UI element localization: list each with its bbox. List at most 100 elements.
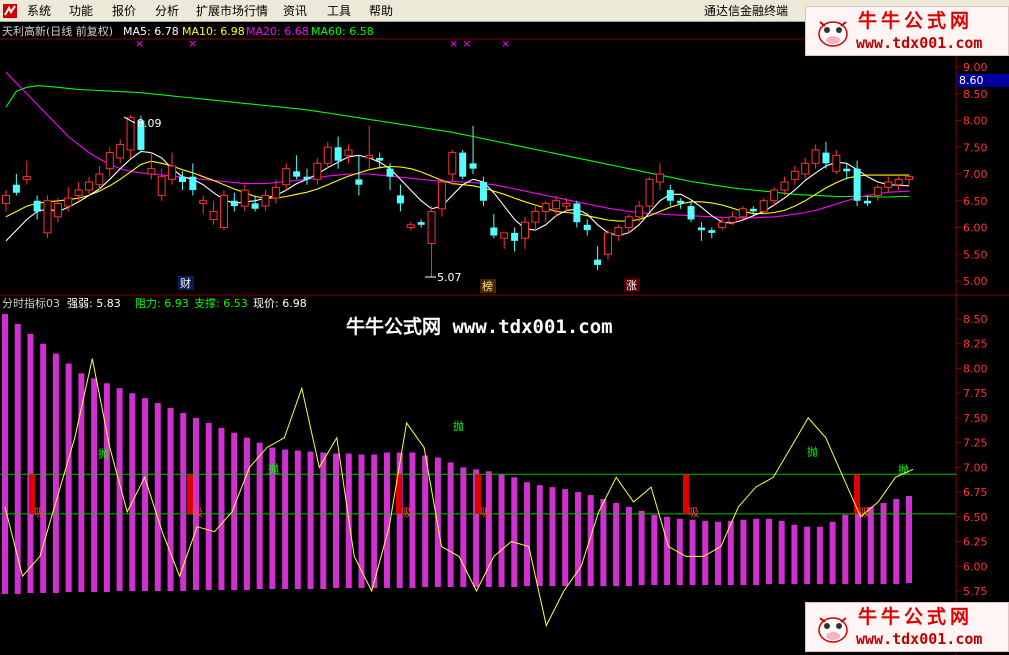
indicator-bar bbox=[422, 455, 429, 588]
y-tick-label: 5.00 bbox=[963, 275, 988, 288]
chart-area: 天利高新(日线 前复权) MA5: 6.78 MA10: 6.98 MA20: … bbox=[0, 22, 1009, 655]
event-mark: × bbox=[462, 37, 471, 50]
indicator-bar bbox=[447, 462, 454, 588]
y-tick-label: 6.25 bbox=[963, 536, 988, 549]
candle-body bbox=[759, 200, 768, 212]
indicator-bar bbox=[167, 408, 174, 591]
candle-body bbox=[490, 227, 498, 236]
candle-body bbox=[770, 189, 779, 202]
indicator-bar bbox=[320, 452, 327, 590]
y-tick-label: 7.00 bbox=[963, 168, 988, 181]
candle-body bbox=[822, 152, 830, 164]
candle-body bbox=[53, 202, 62, 218]
candle-body bbox=[677, 200, 685, 204]
indicator-bar bbox=[613, 502, 620, 587]
menu-help[interactable]: 帮助 bbox=[369, 3, 393, 19]
menu-extended-market[interactable]: 扩展市场行情 bbox=[196, 3, 268, 19]
candle-body bbox=[386, 168, 394, 177]
center-watermark: 牛牛公式网 www.tdx001.com bbox=[346, 315, 613, 338]
candle-body bbox=[406, 224, 415, 228]
candle-body bbox=[303, 176, 311, 180]
terminal-name: 通达信金融终端 bbox=[704, 4, 789, 18]
y-tick-label: 8.25 bbox=[963, 338, 988, 351]
marker-cai[interactable]: 财 bbox=[180, 276, 191, 290]
resistance-label: 阻力: 6.93 bbox=[135, 297, 189, 310]
menu-news[interactable]: 资讯 bbox=[283, 3, 307, 19]
candle-body bbox=[500, 232, 509, 239]
indicator-bar bbox=[880, 502, 887, 585]
event-mark: × bbox=[449, 37, 458, 50]
indicator-bar bbox=[689, 519, 696, 586]
candle-body bbox=[178, 176, 186, 183]
candle-up bbox=[219, 190, 228, 231]
indicator-bar bbox=[333, 453, 340, 589]
indicator-bar bbox=[383, 452, 390, 589]
event-mark: × bbox=[135, 37, 144, 50]
y-tick-label: 7.50 bbox=[963, 412, 988, 425]
menu-quote[interactable]: 报价 bbox=[112, 3, 136, 19]
candle-body bbox=[189, 176, 197, 191]
sell-signal-label: 抛 bbox=[453, 419, 464, 433]
candle-body bbox=[749, 208, 757, 212]
y-tick-label: 9.00 bbox=[963, 61, 988, 74]
indicator-bar bbox=[218, 427, 225, 591]
y-tick-label: 5.50 bbox=[963, 248, 988, 261]
indicator-bar bbox=[549, 487, 556, 587]
indicator-bar bbox=[524, 482, 531, 587]
indicator-bar bbox=[536, 485, 543, 587]
annot-low: 5.07 bbox=[437, 271, 462, 284]
y-tick-label: 7.25 bbox=[963, 437, 988, 450]
indicator-bar bbox=[804, 526, 811, 585]
indicator-bar bbox=[740, 519, 747, 586]
candle-body bbox=[645, 178, 654, 207]
indicator-bar bbox=[91, 378, 98, 592]
candle-body bbox=[790, 170, 799, 180]
candle-body bbox=[126, 117, 135, 151]
candle-body bbox=[271, 186, 280, 199]
indicator-bar bbox=[14, 323, 21, 594]
marker-bang[interactable]: 榜 bbox=[482, 279, 493, 293]
indicator-bar bbox=[625, 506, 632, 587]
candle-body bbox=[811, 149, 820, 164]
candle-body bbox=[843, 168, 851, 172]
candle-body bbox=[323, 146, 332, 164]
candle-body bbox=[708, 230, 716, 233]
indicator-bar bbox=[702, 520, 709, 586]
support-label: 支撑: 6.53 bbox=[194, 296, 248, 310]
candle-body bbox=[95, 173, 104, 186]
candle-body bbox=[905, 176, 913, 180]
menu-tools[interactable]: 工具 bbox=[327, 3, 351, 19]
candle-body bbox=[282, 168, 291, 186]
candle-body bbox=[2, 194, 10, 204]
indicator-bar bbox=[906, 496, 912, 584]
app-logo-icon[interactable] bbox=[2, 3, 18, 19]
menu-system[interactable]: 系统 bbox=[27, 3, 51, 19]
indicator-bar bbox=[498, 474, 505, 588]
y-tick-label: 8.00 bbox=[963, 362, 988, 375]
indicator-bar bbox=[829, 521, 836, 585]
price-label: 现价: 6.98 bbox=[253, 297, 307, 310]
candle-body bbox=[728, 216, 737, 223]
candle-body bbox=[64, 197, 73, 207]
menu-analysis[interactable]: 分析 bbox=[155, 3, 179, 19]
candle-body bbox=[604, 232, 612, 255]
menu-function[interactable]: 功能 bbox=[69, 3, 93, 19]
indicator-bar bbox=[600, 499, 607, 587]
indicator-bar bbox=[27, 333, 34, 593]
indicator-bar bbox=[562, 489, 569, 587]
y-tick-label: 6.00 bbox=[963, 560, 988, 573]
indicator-bar bbox=[816, 526, 823, 585]
marker-zhang[interactable]: 涨 bbox=[626, 279, 637, 292]
candle-up bbox=[43, 195, 52, 239]
candle-body bbox=[334, 147, 342, 161]
indicator-bar bbox=[307, 451, 314, 590]
candle-body bbox=[376, 157, 384, 161]
indicator-bar bbox=[180, 412, 187, 591]
indicator-bar bbox=[294, 450, 301, 590]
candle-body bbox=[448, 152, 457, 175]
candle-body bbox=[33, 200, 41, 212]
candle-body bbox=[230, 200, 238, 207]
candle-body bbox=[884, 181, 893, 188]
upper-title: 天利高新(日线 前复权) bbox=[2, 24, 113, 38]
y-tick-label: 6.75 bbox=[963, 486, 988, 499]
